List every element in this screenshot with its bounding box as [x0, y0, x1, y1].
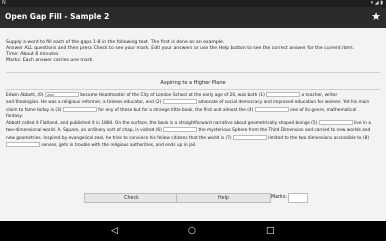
app-title-bar: Open Gap Fill - Sample 2 ★	[0, 7, 386, 28]
gap-4-input[interactable]	[254, 106, 289, 112]
gap-2-input[interactable]	[162, 99, 197, 105]
instruction-line: Answer ALL questions and then press Chec…	[6, 45, 355, 51]
passage-title: Aspiring to a Higher Plane	[160, 80, 226, 86]
passage-line: senses, gets in trouble with the religio…	[6, 142, 380, 149]
navigation-bar: ◁ ○ □	[0, 221, 386, 241]
recents-icon[interactable]: □	[266, 225, 275, 237]
passage-line: Abbott called it Flatland, and published…	[6, 120, 371, 127]
gap-8-input[interactable]	[6, 142, 40, 148]
gap-7-input[interactable]	[232, 134, 267, 140]
divider	[6, 72, 380, 73]
passage-line: claim to fame today is (3) for any of th…	[6, 106, 357, 113]
gap-3-input[interactable]	[62, 106, 97, 112]
marks-field	[288, 193, 308, 203]
home-icon[interactable]: ○	[188, 225, 196, 237]
passage-line: two-dimensional world. A. Square, an ord…	[6, 127, 371, 134]
passage-text: Edwin Abbott, (0) was became Headmaster …	[6, 92, 380, 149]
star-icon[interactable]: ★	[371, 10, 381, 23]
back-icon[interactable]: ◁	[111, 225, 118, 237]
gap-0-input: was	[44, 92, 79, 97]
gap-1-input[interactable]	[266, 92, 301, 97]
passage-line: and theologian. He was a religious refor…	[6, 99, 370, 106]
gap-5-input[interactable]	[318, 120, 353, 126]
gap-6-input[interactable]	[163, 127, 198, 133]
status-icons: ▾ ◢ ▮	[370, 0, 383, 6]
passage-line: new geometries. Inspired by evangelical …	[6, 134, 369, 141]
instructions: Supply a word to fill each of the gaps 1…	[6, 40, 382, 64]
notification-icon: N	[2, 0, 6, 6]
exercise-content: Supply a word to fill each of the gaps 1…	[0, 28, 386, 221]
instruction-line: Marks: Each answer carries one mark.	[6, 57, 94, 63]
status-bar: N ▾ ◢ ▮	[0, 0, 386, 7]
passage-line: Edwin Abbott, (0) was became Headmaster …	[6, 92, 338, 98]
marks-label: Marks:	[271, 195, 287, 200]
divider	[6, 89, 380, 90]
app-title: Open Gap Fill - Sample 2	[5, 12, 110, 21]
check-button[interactable]: Check	[84, 193, 179, 203]
help-button[interactable]: Help	[176, 193, 271, 203]
